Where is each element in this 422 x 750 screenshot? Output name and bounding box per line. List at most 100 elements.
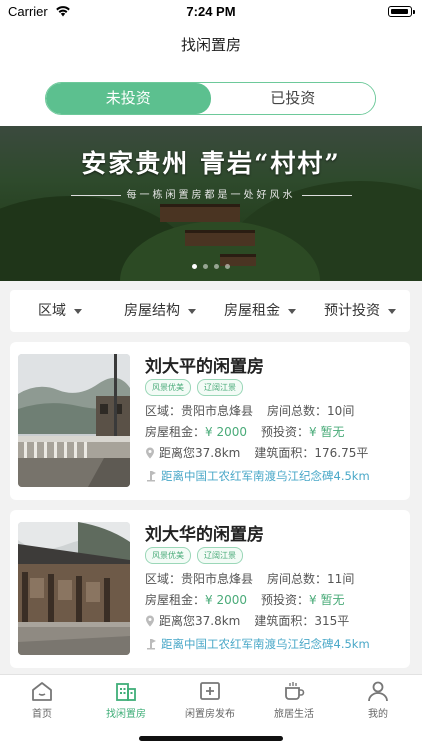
tab-profile[interactable]: 我的 [336,680,420,720]
banner-dot-2[interactable] [203,264,208,269]
tab-find-house[interactable]: 找闲置房 [84,680,168,720]
listing-tag: 风景优美 [145,547,191,564]
listing-info-row-distance: 距离您37.8km 建筑面积：176.75平 [145,444,368,461]
distance-value: 距离您37.8km [159,446,241,460]
caret-down-icon [188,308,196,314]
landmark-text: 距离中国工农红军南渡乌江纪念碑4.5km [161,637,370,651]
status-bar: Carrier 7:24 PM [0,0,422,24]
invest-value: ¥ 暂无 [309,425,345,439]
filter-structure-label: 房屋结构 [124,303,180,319]
filter-region-label: 区域 [38,303,66,319]
building-area-value: 176.75平 [314,446,369,460]
rent-value: ¥ 2000 [205,593,248,607]
banner-dot-1[interactable] [192,264,197,269]
filter-bar: 区域 房屋结构 房屋租金 预计投资 [10,290,410,332]
investment-segment-control: 未投资 已投资 [45,82,376,115]
region-value: 贵阳市息烽县 [181,404,254,418]
region-value: 贵阳市息烽县 [181,572,254,586]
tab-publish[interactable]: 闲置房发布 [168,680,252,720]
rooms-value: 10间 [327,404,355,418]
region-label: 区域： [145,404,182,418]
banner-subline: 每一栋闲置房都是一处好风水 [126,190,296,201]
rooms-label: 房间总数： [267,404,328,418]
segment-container: 未投资 已投资 [0,66,422,126]
building-icon [116,683,136,701]
banner-rule-left [70,194,121,196]
listing-card[interactable]: 刘大平的闲置房 风景优美 辽阔江景 区域：贵阳市息烽县 房间总数：10间 房屋租金… [10,342,410,500]
clock: 7:24 PM [186,4,236,19]
landmark-icon [147,639,156,650]
landmark-icon [147,471,156,482]
banner-page-indicator[interactable] [0,254,422,273]
filter-rent-label: 房屋租金 [224,303,280,319]
battery-icon [388,6,415,17]
caret-down-icon [288,308,296,314]
listing-photo [18,522,130,655]
listing-title: 刘大平的闲置房 [145,357,264,377]
caret-down-icon [388,308,396,314]
invest-label: 预投资： [261,593,310,607]
filter-investment[interactable]: 预计投资 [310,290,410,332]
filter-region[interactable]: 区域 [10,290,110,332]
banner-house-2 [185,230,255,246]
listing-info-row-price: 房屋租金：¥ 2000 预投资：¥ 暂无 [145,591,344,608]
rooms-value: 11间 [327,572,355,586]
landmark-text: 距离中国工农红军南渡乌江纪念碑4.5km [161,469,370,483]
tab-find-house-label: 找闲置房 [106,709,146,720]
listing-tag: 辽阔江景 [197,379,243,396]
house-photo-2-image [18,522,130,655]
user-icon [368,681,388,702]
distance-value: 距离您37.8km [159,614,241,628]
page-title: 找闲置房 [180,36,241,54]
tab-profile-label: 我的 [368,709,388,720]
listing-tag: 辽阔江景 [197,547,243,564]
listing-tag: 风景优美 [145,379,191,396]
tab-travel-living[interactable]: 旅居生活 [252,680,336,720]
listing-info-row-region: 区域：贵阳市息烽县 房间总数：11间 [145,570,354,587]
add-square-icon [200,682,220,700]
listing-tags: 风景优美 辽阔江景 [145,547,243,564]
tab-travel-living-label: 旅居生活 [274,709,314,720]
home-indicator[interactable] [139,736,283,741]
house-photo-1-image [18,354,130,487]
building-area-label: 建筑面积： [254,614,315,628]
filter-structure[interactable]: 房屋结构 [110,290,210,332]
building-area-value: 315平 [314,614,350,628]
rooms-label: 房间总数： [267,572,328,586]
location-pin-icon [146,447,154,459]
segment-invested[interactable]: 已投资 [210,83,375,114]
listing-landmark-row[interactable]: 距离中国工农红军南渡乌江纪念碑4.5km [145,468,370,484]
caret-down-icon [74,308,82,314]
banner-dot-4[interactable] [225,264,230,269]
coffee-cup-icon [285,682,305,700]
banner-subline-wrap: 每一栋闲置房都是一处好风水 [0,186,422,201]
rent-value: ¥ 2000 [205,425,248,439]
listing-tags: 风景优美 辽阔江景 [145,379,243,396]
filter-rent[interactable]: 房屋租金 [210,290,310,332]
listing-title: 刘大华的闲置房 [145,525,264,545]
tab-home[interactable]: 首页 [0,680,84,720]
listing-photo [18,354,130,487]
banner-house-1 [160,204,240,222]
navigation-bar: 找闲置房 [0,24,422,66]
location-pin-icon [146,615,154,627]
rent-label: 房屋租金： [145,593,206,607]
segment-not-invested[interactable]: 未投资 [46,83,211,114]
home-icon [32,682,52,701]
tab-publish-label: 闲置房发布 [185,709,235,720]
listing-info-row-distance: 距离您37.8km 建筑面积：315平 [145,612,349,629]
invest-label: 预投资： [261,425,310,439]
listing-info-row-price: 房屋租金：¥ 2000 预投资：¥ 暂无 [145,423,344,440]
banner-dot-3[interactable] [214,264,219,269]
promo-banner[interactable]: 安家贵州 青岩“村村” 每一栋闲置房都是一处好风水 [0,126,422,281]
filter-investment-label: 预计投资 [324,303,380,319]
listing-landmark-row[interactable]: 距离中国工农红军南渡乌江纪念碑4.5km [145,636,370,652]
banner-rule-right [301,194,352,196]
invest-value: ¥ 暂无 [309,593,345,607]
building-area-label: 建筑面积： [254,446,315,460]
listing-info-row-region: 区域：贵阳市息烽县 房间总数：10间 [145,402,354,419]
listing-card[interactable]: 刘大华的闲置房 风景优美 辽阔江景 区域：贵阳市息烽县 房间总数：11间 房屋租金… [10,510,410,668]
rent-label: 房屋租金： [145,425,206,439]
banner-headline: 安家贵州 青岩“村村” [81,149,341,178]
tab-home-label: 首页 [32,709,52,720]
